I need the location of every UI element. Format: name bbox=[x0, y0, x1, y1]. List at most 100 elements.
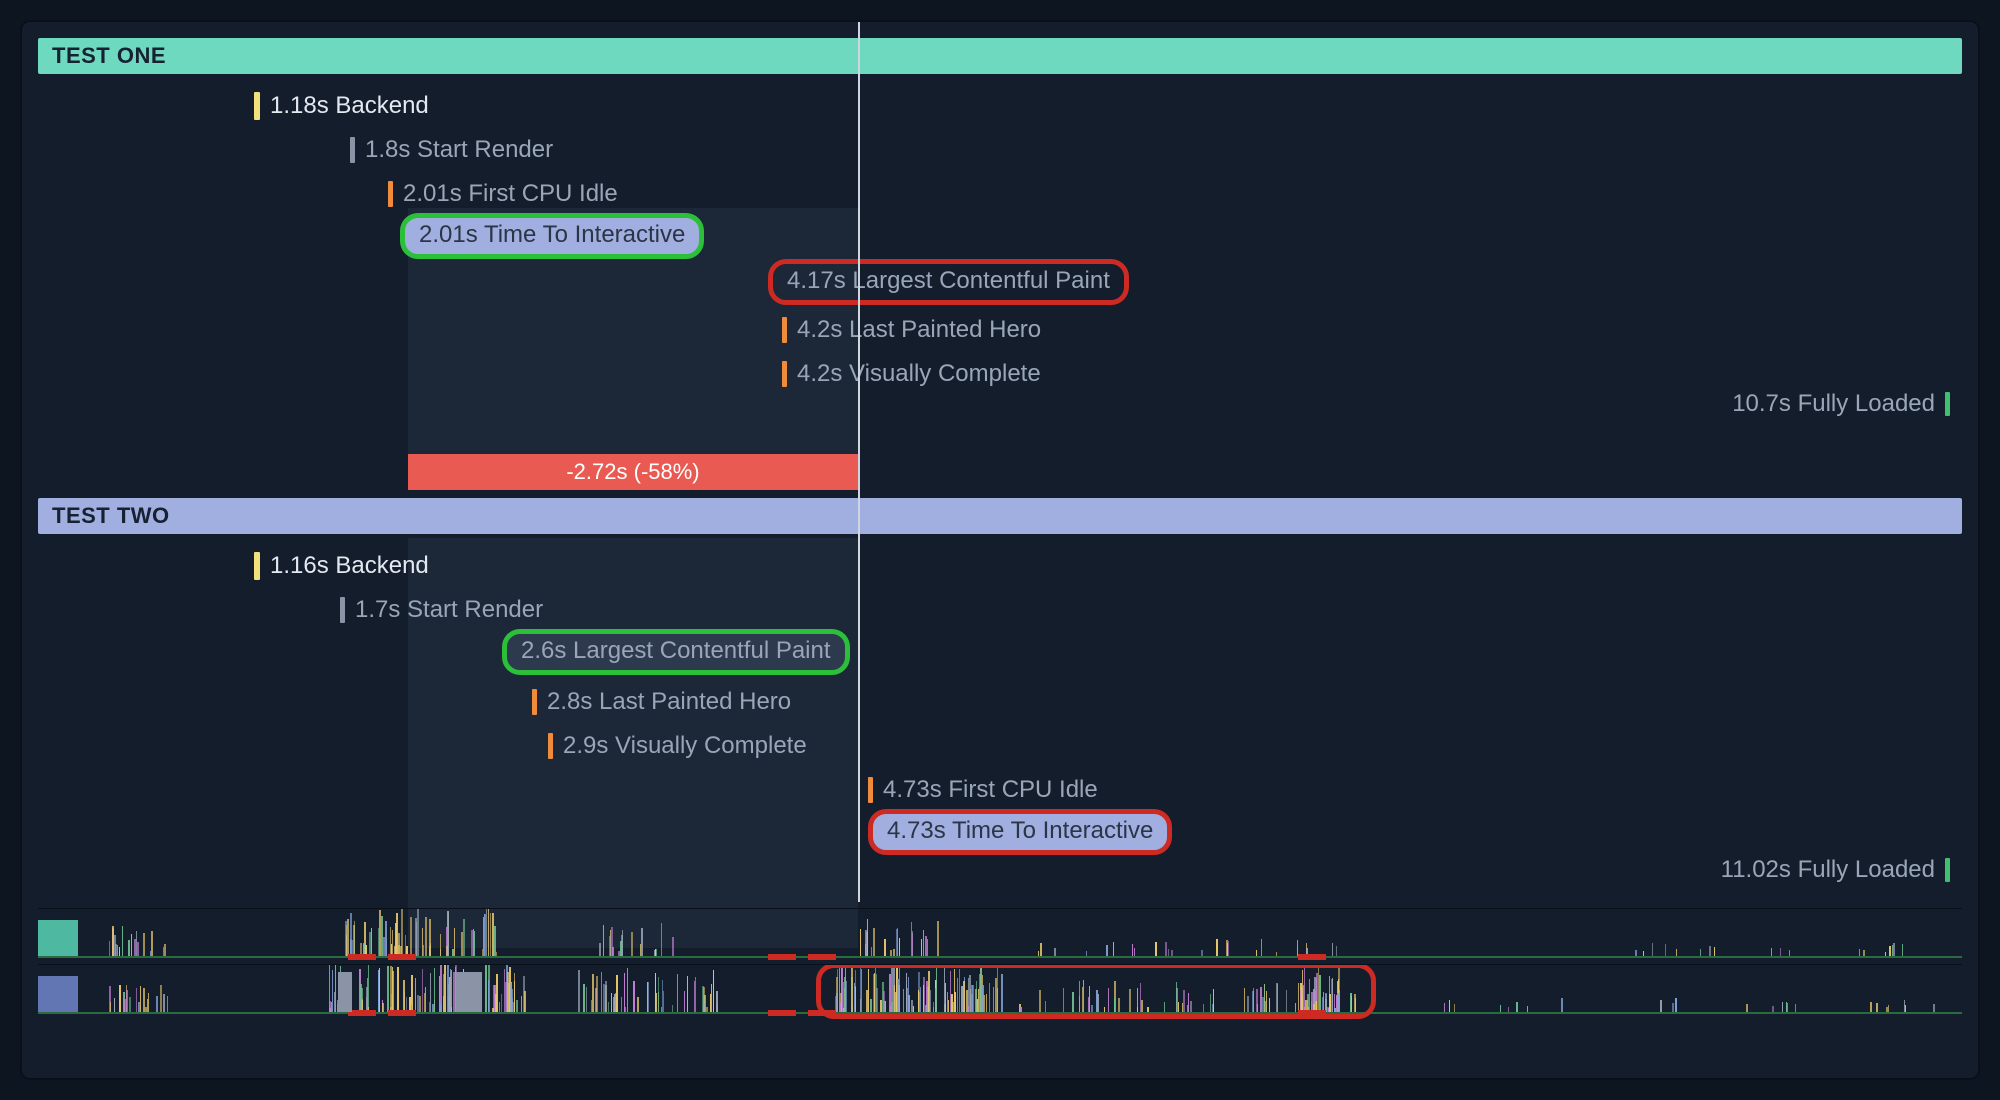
activity-bar bbox=[109, 941, 110, 956]
activity-bar bbox=[884, 939, 886, 956]
metric-label: 1.16s Backend bbox=[270, 552, 429, 580]
activity-bar bbox=[122, 926, 123, 956]
activity-bar bbox=[136, 988, 137, 1012]
activity-bar bbox=[1264, 984, 1265, 1012]
activity-bar bbox=[1318, 966, 1319, 1012]
metric-lph: 4.2s Last Painted Hero bbox=[782, 310, 1041, 350]
tick-icon bbox=[254, 552, 260, 580]
tick-icon bbox=[548, 733, 553, 759]
strip-start-block bbox=[38, 920, 78, 956]
tick-icon bbox=[1945, 392, 1950, 416]
tick-icon bbox=[532, 689, 537, 715]
activity-bar bbox=[347, 919, 349, 956]
activity-bar bbox=[713, 970, 714, 1012]
activity-bar bbox=[868, 969, 869, 1012]
tick-icon bbox=[340, 597, 345, 623]
activity-bar bbox=[1888, 1005, 1889, 1012]
activity-bar bbox=[861, 969, 862, 1012]
activity-bar bbox=[913, 1006, 914, 1012]
red-marker bbox=[348, 1010, 376, 1016]
activity-bar bbox=[618, 951, 620, 956]
activity-bar bbox=[899, 968, 900, 1012]
activity-bar bbox=[378, 970, 379, 1012]
activity-bar bbox=[137, 942, 139, 957]
activity-bar bbox=[1082, 987, 1083, 1012]
test-two-header: TEST TWO bbox=[38, 498, 1962, 534]
activity-bar bbox=[1516, 1002, 1518, 1012]
activity-bar bbox=[371, 928, 372, 956]
activity-bar bbox=[971, 994, 973, 1012]
activity-bar bbox=[599, 943, 601, 956]
activity-bar bbox=[923, 930, 924, 956]
activity-bar bbox=[1129, 989, 1131, 1012]
activity-bar bbox=[611, 993, 612, 1012]
activity-bar bbox=[448, 912, 449, 956]
activity-bar bbox=[923, 985, 924, 1012]
activity-bar bbox=[501, 994, 502, 1012]
activity-bar bbox=[1155, 942, 1157, 956]
activity-bar bbox=[505, 982, 507, 1012]
activity-bar bbox=[1672, 1003, 1674, 1012]
activity-bar bbox=[1652, 943, 1653, 956]
activity-bar bbox=[986, 994, 987, 1012]
activity-bar bbox=[1772, 1006, 1774, 1012]
activity-bar bbox=[1137, 1007, 1138, 1012]
activity-bar bbox=[1889, 946, 1891, 956]
activity-bar bbox=[1134, 948, 1135, 956]
activity-bar bbox=[516, 1000, 518, 1012]
metric-vc: 4.2s Visually Complete bbox=[782, 354, 1041, 394]
test-two-timeline[interactable]: 1.16s Backend 1.7s Start Render 2.6s Lar… bbox=[38, 538, 1962, 968]
metric-label: 4.73s First CPU Idle bbox=[883, 776, 1098, 804]
activity-bar bbox=[1309, 979, 1310, 1012]
activity-bar bbox=[1256, 950, 1257, 956]
activity-bar bbox=[624, 973, 625, 1012]
red-marker bbox=[1298, 1010, 1326, 1016]
activity-bar bbox=[1786, 1002, 1787, 1012]
activity-bar bbox=[641, 928, 643, 956]
activity-bar bbox=[488, 980, 489, 1012]
test-one-timeline[interactable]: 1.18s Backend 1.8s Start Render 2.01s Fi… bbox=[38, 78, 1962, 498]
activity-bar bbox=[126, 990, 128, 1012]
red-marker bbox=[768, 954, 796, 960]
activity-bar bbox=[889, 974, 891, 1012]
activity-strip-two[interactable] bbox=[38, 964, 1962, 1020]
activity-bar bbox=[488, 909, 489, 956]
activity-bar bbox=[1746, 1004, 1748, 1012]
activity-bar bbox=[627, 968, 628, 1012]
activity-bar bbox=[603, 925, 604, 957]
activity-bar bbox=[927, 939, 928, 956]
activity-bar bbox=[138, 1002, 140, 1012]
metric-first-cpu-idle: 4.73s First CPU Idle bbox=[868, 770, 1098, 810]
red-marker bbox=[1298, 954, 1326, 960]
metric-lcp: 4.17s Largest Contentful Paint bbox=[768, 262, 1129, 302]
activity-bar bbox=[378, 928, 379, 956]
activity-bar bbox=[703, 1003, 705, 1012]
activity-bar bbox=[1714, 947, 1715, 956]
activity-bar bbox=[851, 964, 853, 1012]
activity-bar bbox=[1266, 991, 1267, 1012]
activity-bar bbox=[1508, 1007, 1509, 1012]
activity-bar bbox=[921, 939, 922, 956]
activity-bar bbox=[329, 1001, 331, 1012]
activity-bar bbox=[1863, 950, 1865, 956]
activity-bar bbox=[429, 919, 431, 956]
activity-bar bbox=[1286, 990, 1287, 1012]
activity-bar bbox=[663, 991, 664, 1012]
activity-bar bbox=[925, 936, 927, 956]
activity-bar bbox=[1176, 982, 1177, 1012]
activity-bar bbox=[605, 981, 607, 1012]
activity-bar bbox=[1188, 993, 1189, 1012]
activity-bar bbox=[398, 933, 400, 956]
activity-bar bbox=[1795, 1004, 1796, 1012]
activity-bar bbox=[963, 981, 965, 1012]
activity-bar bbox=[911, 1000, 913, 1012]
activity-bar bbox=[1787, 1003, 1788, 1012]
activity-bar bbox=[1183, 990, 1185, 1012]
metric-label: 4.2s Visually Complete bbox=[797, 360, 1041, 388]
activity-bar bbox=[1086, 951, 1087, 956]
activity-bar bbox=[1295, 1003, 1296, 1012]
activity-bar bbox=[695, 977, 696, 1012]
activity-bar bbox=[658, 992, 659, 1012]
activity-bar bbox=[524, 991, 526, 1012]
activity-strip-one[interactable] bbox=[38, 908, 1962, 964]
